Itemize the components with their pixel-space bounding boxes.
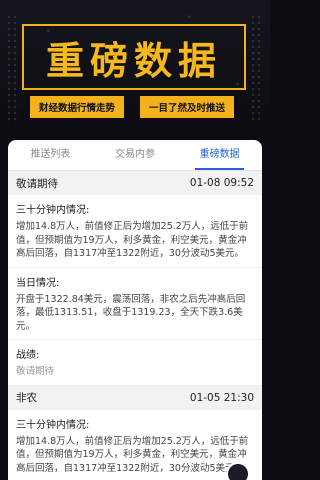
hero-title: 重磅数据 [45,37,222,83]
section-label: 三十分钟内情况: [16,419,90,431]
item-header: 非农 01-05 21:30 [8,385,262,410]
tab-bar: 推送列表 交易内参 重磅数据 [8,140,262,171]
tab-major-data[interactable]: 重磅数据 [177,140,262,170]
content-card: 推送列表 交易内参 重磅数据 敬请期待 01-08 09:52 三十分钟内情况:… [8,140,262,480]
list-item[interactable]: 敬请期待 01-08 09:52 三十分钟内情况: 增加14.8万人，前值修正后… [8,171,262,386]
hero-tag-right: 一目了然及时推送 [140,96,234,118]
item-header: 敬请期待 01-08 09:52 [8,171,262,195]
section-text: 开盘于1322.84美元，震荡回落，非农之后先冲高后回落，最低1313.51，收… [8,293,262,340]
list-item[interactable]: 非农 01-05 21:30 三十分钟内情况: 增加14.8万人，前值修正后为增… [8,385,262,480]
decor-dots-left [6,14,20,124]
tab-push-list[interactable]: 推送列表 [8,140,93,170]
item-title: 非农 [16,392,37,404]
item-time: 01-08 09:52 [189,177,254,189]
section-text: 增加14.8万人，前值修正后为增加25.2万人，远低于前值，但预期值为19万人，… [8,435,262,480]
section-text: 增加14.8万人，前值修正后为增加25.2万人，远低于前值，但预期值为19万人，… [8,220,262,268]
decor-dots-right [250,14,264,124]
section-label: 三十分钟内情况: [16,205,90,216]
section-label: 当日情况: [16,277,60,289]
tab-trading-insider[interactable]: 交易内参 [93,140,178,170]
item-title: 敬请期待 [16,177,58,190]
section-text: 敬请期待 [8,365,262,386]
floating-action-button[interactable] [226,462,250,480]
hero-tag-left: 财经数据行情走势 [30,96,124,118]
item-time: 01-05 21:30 [189,391,254,404]
hero-banner: 重磅数据 财经数据行情走势 一目了然及时推送 [0,0,270,140]
section-label: 战绩: [16,350,40,361]
hero-title-box: 重磅数据 [22,24,246,90]
